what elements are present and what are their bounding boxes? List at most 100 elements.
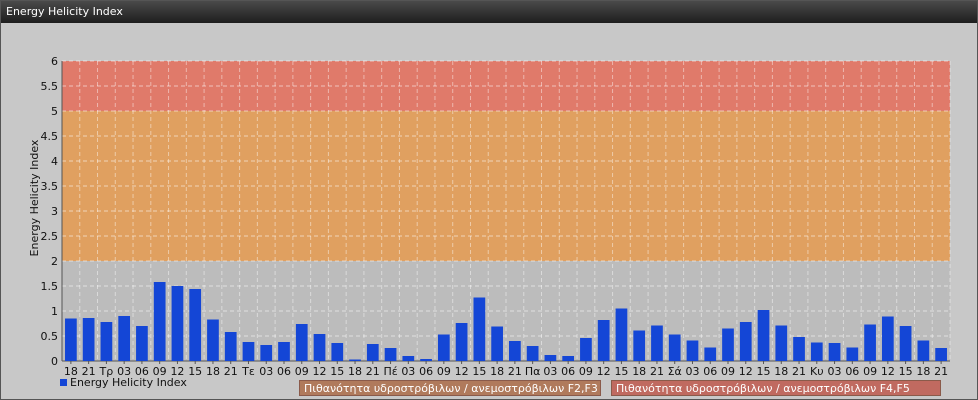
x-tick-label: 06	[419, 365, 433, 378]
bar	[189, 289, 202, 361]
x-tick-label: 18	[348, 365, 362, 378]
bar	[402, 356, 415, 361]
bar	[704, 347, 717, 361]
bar	[313, 334, 326, 361]
bar	[615, 308, 628, 361]
chart-svg: 00.511.522.533.544.555.56 18 21 Τρ 03 06 09 12…	[28, 55, 951, 389]
bar	[562, 356, 575, 361]
x-tick-label: 15	[472, 365, 486, 378]
legend-label: Energy Helicity Index	[70, 376, 187, 389]
bar	[384, 348, 397, 361]
bar	[278, 342, 290, 361]
bar	[437, 334, 450, 361]
x-tick-label: 12	[597, 365, 611, 378]
bar	[118, 316, 131, 361]
bar	[810, 342, 823, 361]
bar	[580, 338, 592, 361]
x-tick-label: 12	[881, 365, 895, 378]
bar	[349, 359, 361, 361]
bar	[100, 322, 113, 361]
x-tick-label: 06	[703, 365, 717, 378]
x-tick-label: Πέ	[383, 365, 397, 378]
chart-widget: Energy Helicity Index 0 0.5 1 1.5 2 2.5 3 3.5 4 4…	[0, 0, 978, 400]
x-tick-label: 09	[295, 365, 309, 378]
y-tick-label: 1.5	[41, 280, 59, 293]
bar	[455, 323, 468, 361]
bar	[82, 318, 95, 361]
bar	[793, 337, 805, 361]
bar	[224, 332, 237, 361]
window-titlebar: Energy Helicity Index	[1, 1, 977, 23]
bar	[171, 286, 184, 361]
band-label-f2f3: Πιθανότητα υδροστρόβιλων / ανεμοστρόβιλω…	[299, 380, 601, 396]
y-tick-label: 4.5	[41, 130, 59, 143]
x-tick-label: 12	[739, 365, 753, 378]
bar	[899, 326, 912, 361]
bar	[651, 325, 663, 361]
x-tick-label: 09	[863, 365, 877, 378]
window-title: Energy Helicity Index	[6, 5, 123, 18]
bar	[935, 348, 947, 361]
x-tick-label: 09	[579, 365, 593, 378]
y-tick-label: 2.5	[41, 230, 59, 243]
x-tick-label: 15	[614, 365, 628, 378]
x-tick-label: 21	[650, 365, 664, 378]
bar	[473, 297, 486, 361]
x-tick-label: 03	[259, 365, 273, 378]
bar	[686, 340, 699, 361]
x-tick-label: 21	[508, 365, 522, 378]
bar	[526, 346, 539, 361]
bar	[633, 330, 646, 361]
x-tick-label: Κυ	[810, 365, 824, 378]
bar	[366, 344, 379, 361]
y-tick-label: 1	[51, 305, 58, 318]
bar	[828, 343, 841, 361]
bar	[775, 325, 788, 361]
x-tick-label: Τε	[241, 365, 255, 378]
bar	[260, 345, 273, 361]
bar	[242, 342, 255, 361]
x-tick-label: 06	[845, 365, 859, 378]
x-tick-label: 06	[561, 365, 575, 378]
bar	[597, 320, 610, 361]
bar	[757, 310, 770, 361]
bar	[917, 340, 930, 361]
y-tick-label: 3	[51, 205, 58, 218]
y-tick-label: 6	[51, 55, 58, 68]
bar	[136, 326, 148, 361]
x-tick-label: 21	[224, 365, 238, 378]
bar	[722, 328, 734, 361]
legend[interactable]: Energy Helicity Index	[60, 376, 187, 389]
bar	[846, 347, 859, 361]
bar	[509, 341, 521, 361]
x-tick-label: 06	[277, 365, 291, 378]
bar	[65, 318, 77, 361]
bar	[864, 324, 876, 361]
x-tick-label: 03	[685, 365, 699, 378]
bar	[295, 324, 308, 361]
x-tick-label: 18	[490, 365, 504, 378]
x-tick-label: 15	[899, 365, 913, 378]
y-tick-label: 3.5	[41, 180, 59, 193]
bar	[668, 334, 681, 361]
x-tick-label: 03	[401, 365, 415, 378]
x-tick-label: 09	[437, 365, 451, 378]
x-tick-label: 15	[188, 365, 202, 378]
x-tick-label: 12	[313, 365, 327, 378]
band-label-f4f5: Πιθανότητα υδροστρόβιλων / ανεμοστρόβιλω…	[611, 380, 941, 396]
x-tick-label: 18	[774, 365, 788, 378]
x-tick-label: Σά	[668, 365, 682, 378]
x-tick-label: 18	[916, 365, 930, 378]
bar	[491, 326, 503, 361]
x-tick-label: 21	[934, 365, 948, 378]
x-tick-label: 12	[455, 365, 469, 378]
y-tick-label: 5.5	[41, 80, 59, 93]
x-tick-label: 18	[206, 365, 220, 378]
y-axis-ticks: 0 0.5 1 1.5 2 2.5 3 3.5 4 4.5 5 5.5 6	[41, 55, 59, 368]
bar	[207, 319, 219, 361]
x-tick-label: Πα	[525, 365, 541, 378]
bar	[153, 282, 166, 361]
x-tick-label: 03	[828, 365, 842, 378]
y-axis-label: Energy Helicity Index	[28, 139, 41, 256]
bar	[881, 316, 894, 361]
